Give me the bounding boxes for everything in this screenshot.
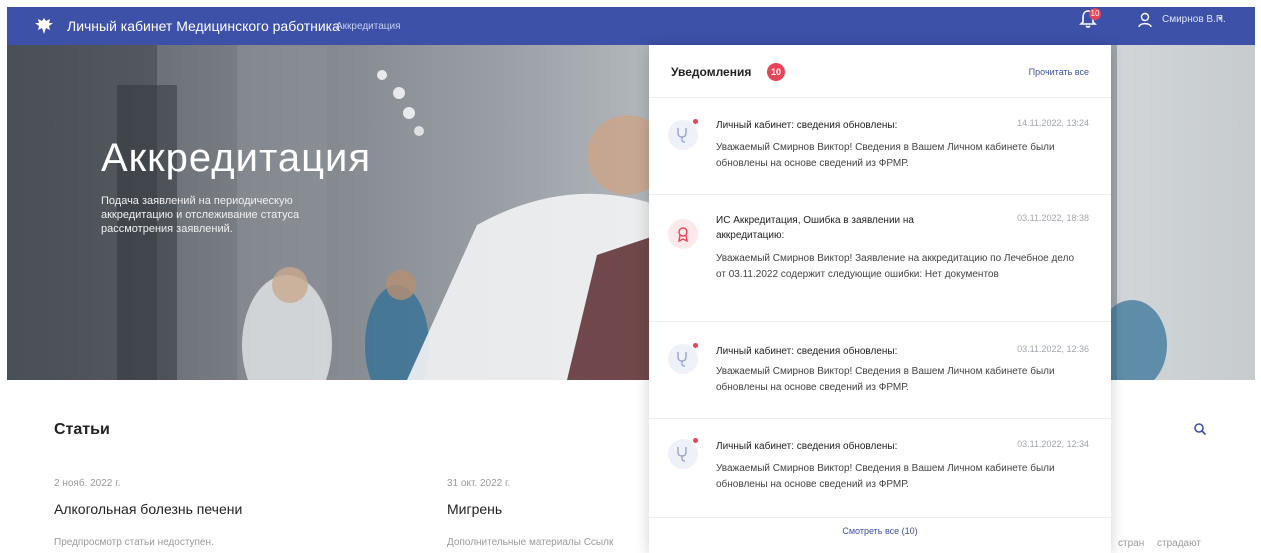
stethoscope-icon <box>668 343 698 374</box>
notifications-count-badge: 10 <box>767 63 785 81</box>
notification-body: Уважаемый Смирнов Виктор! Заявление на а… <box>716 253 1075 280</box>
notification-body: Уважаемый Смирнов Виктор! Сведения в Ваш… <box>716 463 1055 490</box>
article-card[interactable]: 31 окт. 2022 г. Мигрень Дополнительные м… <box>447 478 647 548</box>
notification-title: Личный кабинет: сведения обновлены: <box>716 120 898 131</box>
notification-count-badge: 10 <box>1089 8 1101 20</box>
unread-dot <box>693 119 698 124</box>
notifications-title: Уведомления <box>671 65 752 79</box>
hero-title: Аккредитация <box>101 136 372 180</box>
notification-title: Личный кабинет: сведения обновлены: <box>716 346 898 357</box>
nav-link-accreditation[interactable]: Аккредитация <box>336 21 401 32</box>
article-card[interactable]: 2 нояб. 2022 г. Алкогольная болезнь пече… <box>54 478 434 548</box>
search-icon[interactable] <box>1193 422 1207 436</box>
read-all-link[interactable]: Прочитать все <box>1029 67 1089 77</box>
notification-time: 14.11.2022, 13:24 <box>1017 118 1089 128</box>
user-icon[interactable] <box>1137 12 1153 28</box>
notification-body: Уважаемый Смирнов Виктор! Сведения в Ваш… <box>716 142 1055 169</box>
see-all-button[interactable]: Смотреть все (10) <box>649 526 1111 536</box>
notification-time: 03.11.2022, 18:38 <box>1017 213 1089 223</box>
hero-subtitle: Подача заявлений на периодическую аккред… <box>101 195 300 235</box>
notification-item[interactable]: ИС Аккредитация, Ошибка в заявлении на а… <box>649 195 1111 322</box>
notification-body: Уважаемый Смирнов Виктор! Сведения в Ваш… <box>716 366 1055 393</box>
user-name[interactable]: Смирнов В.П. <box>1162 14 1226 25</box>
chevron-down-icon[interactable]: ▾ <box>1218 14 1222 23</box>
article-date: 31 окт. 2022 г. <box>447 478 511 489</box>
article-preview-fragment: страдают <box>1157 538 1201 549</box>
award-icon <box>668 219 698 249</box>
articles-heading: Статьи <box>54 421 110 438</box>
notification-title: ИС Аккредитация, Ошибка в заявлении на а… <box>716 215 914 241</box>
notification-time: 03.11.2022, 12:36 <box>1017 344 1089 354</box>
unread-dot <box>693 438 698 443</box>
eagle-logo-icon[interactable] <box>33 15 55 37</box>
article-preview: Дополнительные материалы Ссылк <box>447 537 614 548</box>
notification-time: 03.11.2022, 12:34 <box>1017 439 1089 449</box>
top-navigation-bar: Личный кабинет Медицинского работника Ак… <box>7 7 1255 45</box>
notifications-panel: Уведомления 10 Прочитать все Личный каби… <box>649 45 1111 553</box>
article-date: 2 нояб. 2022 г. <box>54 478 121 489</box>
notification-item[interactable]: Личный кабинет: сведения обновлены: 03.1… <box>649 322 1111 419</box>
unread-dot <box>693 343 698 348</box>
stethoscope-icon <box>668 119 698 150</box>
stethoscope-icon <box>668 438 698 469</box>
article-preview: Предпросмотр статьи недоступен. <box>54 537 214 548</box>
article-preview-fragment: стран <box>1118 538 1145 549</box>
article-title[interactable]: Алкогольная болезнь печени <box>54 501 434 517</box>
app-title[interactable]: Личный кабинет Медицинского работника <box>67 18 340 34</box>
notification-title: Личный кабинет: сведения обновлены: <box>716 441 898 452</box>
notification-item[interactable]: Личный кабинет: сведения обновлены: 03.1… <box>649 419 1111 518</box>
notifications-header: Уведомления 10 Прочитать все <box>649 45 1111 98</box>
article-title[interactable]: Мигрень <box>447 501 647 517</box>
notification-item[interactable]: Личный кабинет: сведения обновлены: 14.1… <box>649 98 1111 195</box>
